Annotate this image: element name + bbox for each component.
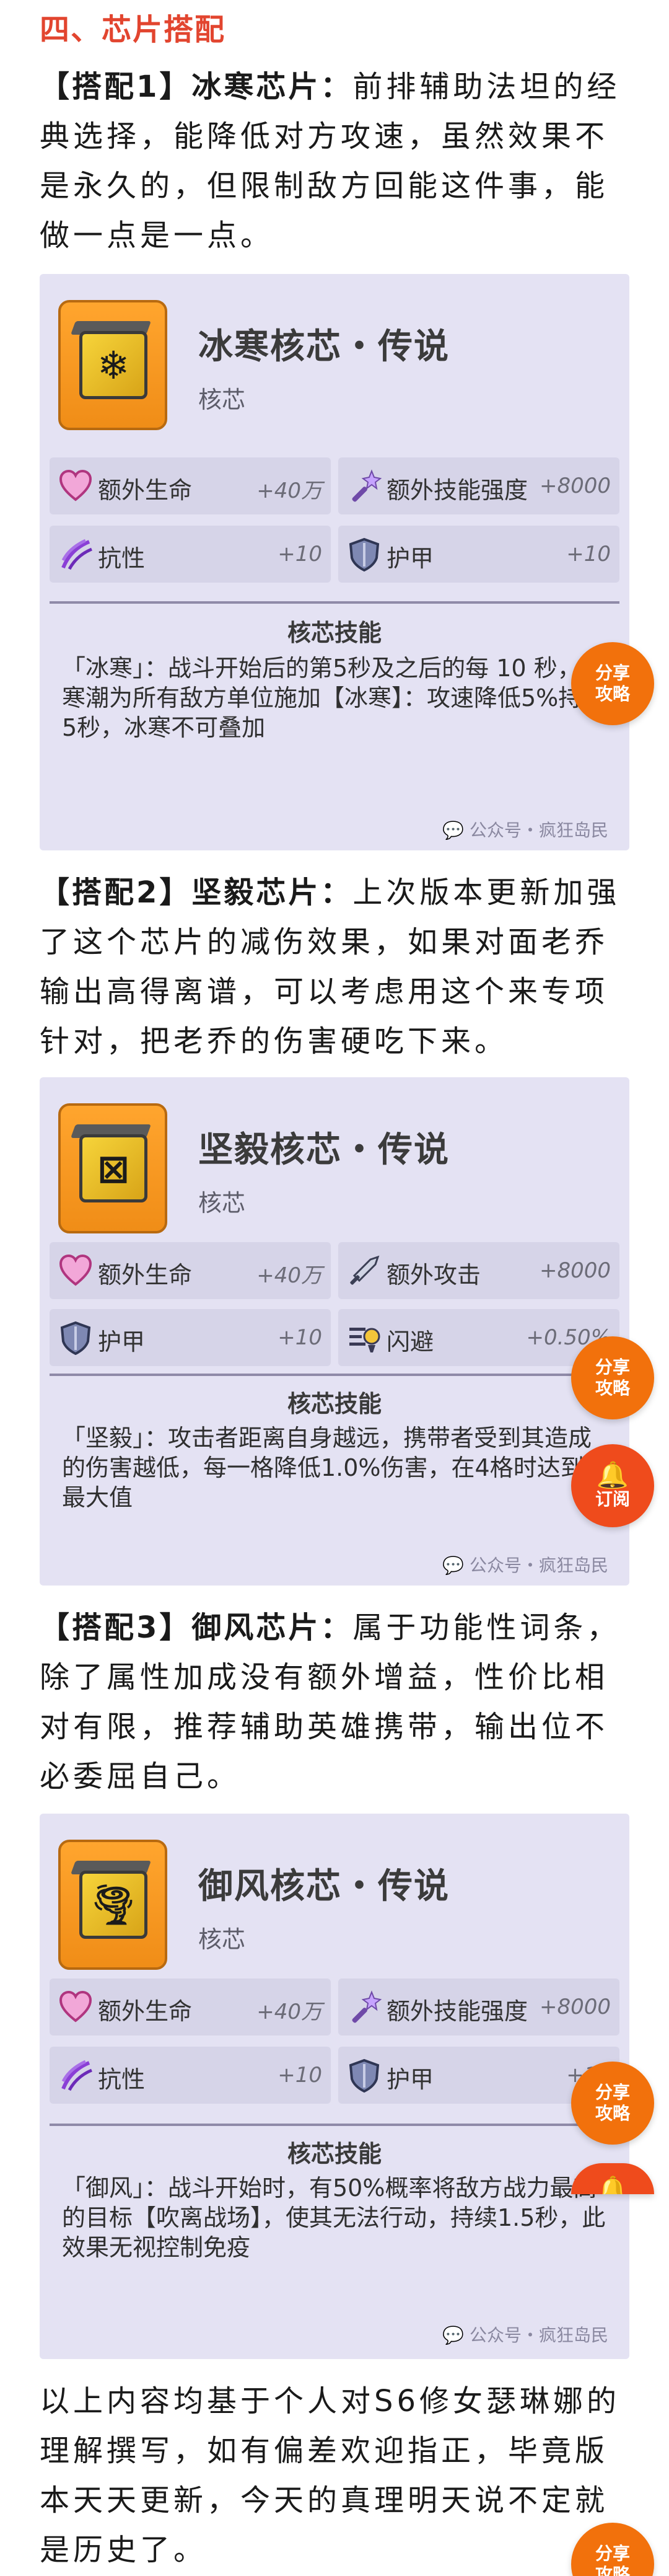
card-header: ⊠ 坚毅核芯・传说 核芯: [50, 1103, 619, 1240]
heart-icon: [59, 1254, 92, 1286]
card-title: 御风核芯・传说: [198, 1866, 450, 1907]
heart-icon: [59, 1990, 92, 2022]
chip-card-wind: 🌪 御风核芯・传说 核芯 额外生命 +40万 额外技能强度 +8000 抗性 +…: [40, 1814, 629, 2359]
paragraph-lead: 【搭配3】御风芯片：: [40, 1610, 353, 1645]
share-guide-button[interactable]: 分享 攻略: [571, 642, 654, 725]
stat-extra-skill-power: 额外技能强度 +8000: [338, 1978, 619, 2036]
chip-image: ❄: [58, 300, 167, 430]
stat-armor: 护甲 +10: [50, 1309, 331, 1366]
watermark: 💬 公众号・疯狂岛民: [442, 2325, 608, 2345]
watermark: 💬 公众号・疯狂岛民: [442, 820, 608, 840]
magic-wand-icon: [352, 469, 382, 502]
stat-extra-attack: 额外攻击 +8000: [338, 1242, 619, 1299]
chip-card-resolute: ⊠ 坚毅核芯・传说 核芯 额外生命 +40万 额外攻击 +8000 护甲 +10…: [40, 1077, 629, 1586]
stat-extra-hp: 额外生命 +40万: [50, 457, 331, 514]
magic-wand-icon: [352, 1990, 382, 2023]
skill-description: 「冰寒」：战斗开始后的第5秒及之后的每 10 秒，发寒潮为所有敌方单位施加【冰寒…: [62, 655, 606, 741]
chip-image: ⊠: [58, 1103, 167, 1233]
paragraph-lead: 【搭配2】坚毅芯片：: [40, 875, 353, 910]
bell-icon: 🔔: [596, 2174, 629, 2195]
card-type: 核芯: [198, 386, 246, 413]
skill-description: 「坚毅」：攻击者距离自身越远，携带者受到其造成的伤害越低，每一格降低1.0%伤害…: [62, 1424, 592, 1511]
skill-description: 「御风」：战斗开始时，有50%概率将敌方战力最高的目标【吹离战场】，使其无法行动…: [62, 2174, 606, 2261]
paragraph-4: 以上内容均基于个人对S6修女瑟琳娜的理解撰写，如有偏差欢迎指正，毕竟版本天天更新…: [40, 2376, 629, 2575]
card-type: 核芯: [198, 1926, 246, 1953]
stat-resist: 抗性 +10: [50, 2047, 331, 2104]
shield-icon: [349, 537, 380, 571]
stat-extra-hp: 额外生命 +40万: [50, 1242, 331, 1299]
snowflake-icon: ❄: [79, 331, 147, 399]
card-title: 冰寒核芯・传说: [198, 327, 450, 367]
bell-icon: 🔔: [596, 1460, 629, 1490]
chip-image: 🌪: [58, 1840, 167, 1970]
watermark: 💬 公众号・疯狂岛民: [442, 1555, 608, 1576]
skill-title: 核芯技能: [287, 2140, 382, 2168]
card-header: ❄ 冰寒核芯・传说 核芯: [50, 300, 619, 436]
divider: [50, 601, 619, 604]
section-title: 四、芯片搭配: [40, 12, 226, 47]
skill-title: 核芯技能: [287, 619, 382, 646]
share-guide-button[interactable]: 分享 攻略: [571, 1336, 654, 1419]
divider: [50, 1374, 619, 1376]
card-header: 🌪 御风核芯・传说 核芯: [50, 1840, 619, 1976]
paragraph-1: 【搭配1】冰寒芯片：前排辅助法坦的经典选择，能降低对方攻速，虽然效果不是永久的，…: [40, 62, 629, 260]
heart-icon: [59, 469, 92, 501]
wechat-icon: 💬: [442, 820, 470, 840]
stat-resist: 抗性 +10: [50, 526, 331, 583]
card-type: 核芯: [198, 1189, 246, 1217]
divider: [50, 2124, 619, 2126]
cross-box-icon: ⊠: [79, 1134, 147, 1202]
share-guide-button[interactable]: 分享 攻略: [571, 2062, 654, 2145]
stat-extra-skill-power: 额外技能强度 +8000: [338, 457, 619, 514]
paragraph-2: 【搭配2】坚毅芯片：上次版本更新加强了这个芯片的减伤效果，如果对面老乔输出高得离…: [40, 868, 629, 1066]
paragraph-body: 以上内容均基于个人对S6修女瑟琳娜的理解撰写，如有偏差欢迎指正，毕竟版本天天更新…: [40, 2384, 621, 2567]
dodge-icon: [349, 1328, 380, 1352]
shield-icon: [60, 1321, 91, 1355]
tornado-icon: 🌪: [79, 1871, 147, 1939]
sword-icon: [350, 1255, 380, 1285]
claw-resist-icon: [61, 539, 93, 570]
paragraph-lead: 【搭配1】冰寒芯片：: [40, 69, 353, 104]
shield-icon: [349, 2058, 380, 2093]
wechat-icon: 💬: [442, 1555, 470, 1576]
subscribe-button[interactable]: 🔔 订阅: [571, 1444, 654, 1527]
claw-resist-icon: [61, 2060, 93, 2091]
chip-card-frost: ❄ 冰寒核芯・传说 核芯 额外生命 +40万 额外技能强度 +8000 抗性 +…: [40, 274, 629, 850]
stat-extra-hp: 额外生命 +40万: [50, 1978, 331, 2036]
skill-title: 核芯技能: [287, 1390, 382, 1418]
card-title: 坚毅核芯・传说: [198, 1130, 450, 1170]
stat-armor: 护甲 +10: [338, 526, 619, 583]
wechat-icon: 💬: [442, 2325, 470, 2345]
paragraph-3: 【搭配3】御风芯片：属于功能性词条，除了属性加成没有额外增益，性价比相对有限，推…: [40, 1603, 629, 1801]
